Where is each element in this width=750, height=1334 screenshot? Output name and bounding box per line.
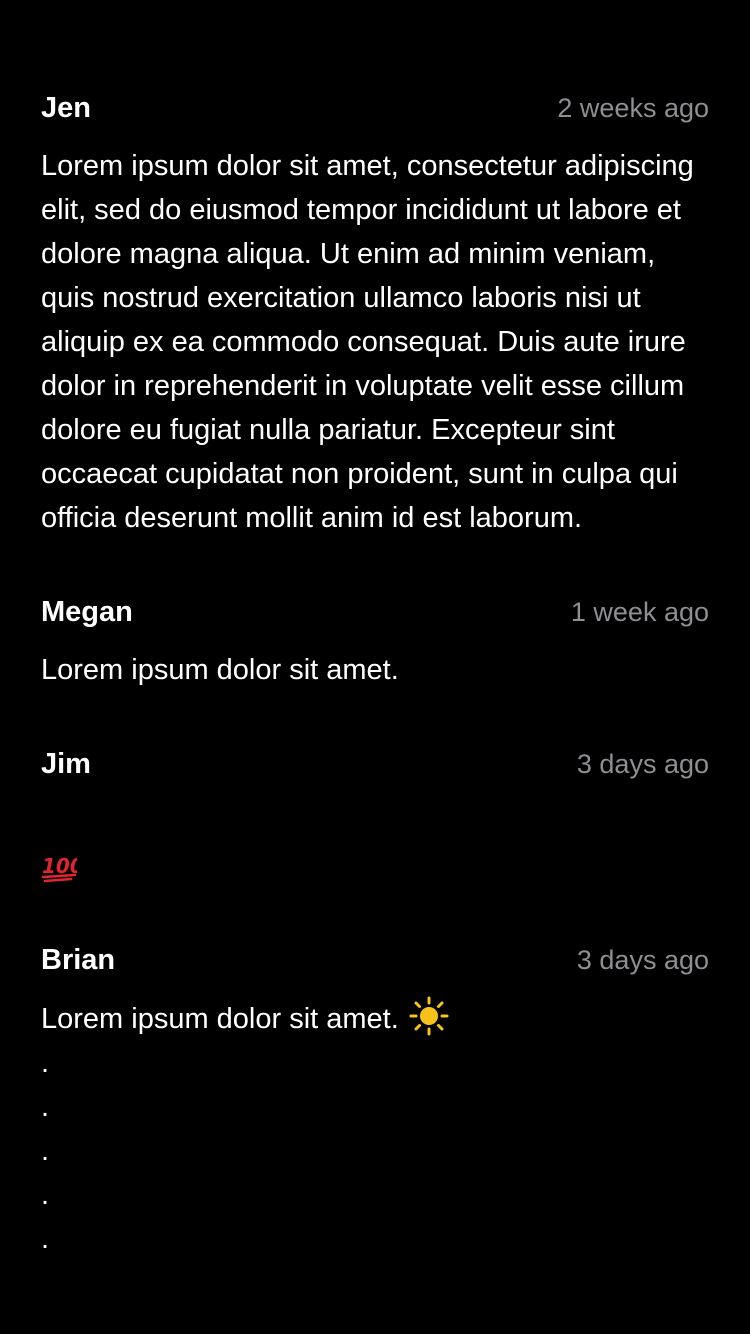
comment-timestamp: 2 weeks ago <box>557 93 709 123</box>
comment-header: Jim 3 days ago <box>41 744 709 784</box>
comment-item: Jim 3 days ago 100 <box>41 744 709 888</box>
dot-line: . <box>41 1179 50 1211</box>
comment-item: Jen 2 weeks ago Lorem ipsum dolor sit am… <box>41 88 709 540</box>
comment-header: Jen 2 weeks ago <box>41 88 709 128</box>
hundred-points-icon: 100 <box>41 854 77 883</box>
comment-timestamp: 3 days ago <box>576 945 709 975</box>
dot-line: . <box>41 1135 50 1167</box>
comment-header: Megan 1 week ago <box>41 592 709 632</box>
comment-text: Lorem ipsum dolor sit amet. <box>41 1003 399 1035</box>
comment-timestamp: 1 week ago <box>570 597 709 627</box>
comment-timestamp: 3 days ago <box>576 749 709 779</box>
sun-icon <box>409 996 449 1036</box>
dot-line: . <box>41 1091 50 1123</box>
comment-header: Brian 3 days ago <box>41 940 709 980</box>
comment-author[interactable]: Megan <box>41 592 133 632</box>
comment-author[interactable]: Jen <box>41 88 91 128</box>
comment-list: Jen 2 weeks ago Lorem ipsum dolor sit am… <box>41 88 709 1313</box>
comment-emoji-body: 100 <box>41 800 709 888</box>
comment-item: Megan 1 week ago Lorem ipsum dolor sit a… <box>41 592 709 692</box>
comment-text-with-emoji: Lorem ipsum dolor sit amet. <box>41 996 709 1041</box>
trailing-dots: . . . . . <box>41 1041 709 1261</box>
dot-line: . <box>41 1047 50 1079</box>
comment-text: Lorem ipsum dolor sit amet. <box>41 654 399 686</box>
dot-line: . <box>41 1223 50 1255</box>
comment-author[interactable]: Jim <box>41 744 91 784</box>
comment-item: Brian 3 days ago Lorem ipsum dolor sit a… <box>41 940 709 1261</box>
comment-text: Lorem ipsum dolor sit amet, consectetur … <box>41 150 694 534</box>
comment-author[interactable]: Brian <box>41 940 115 980</box>
